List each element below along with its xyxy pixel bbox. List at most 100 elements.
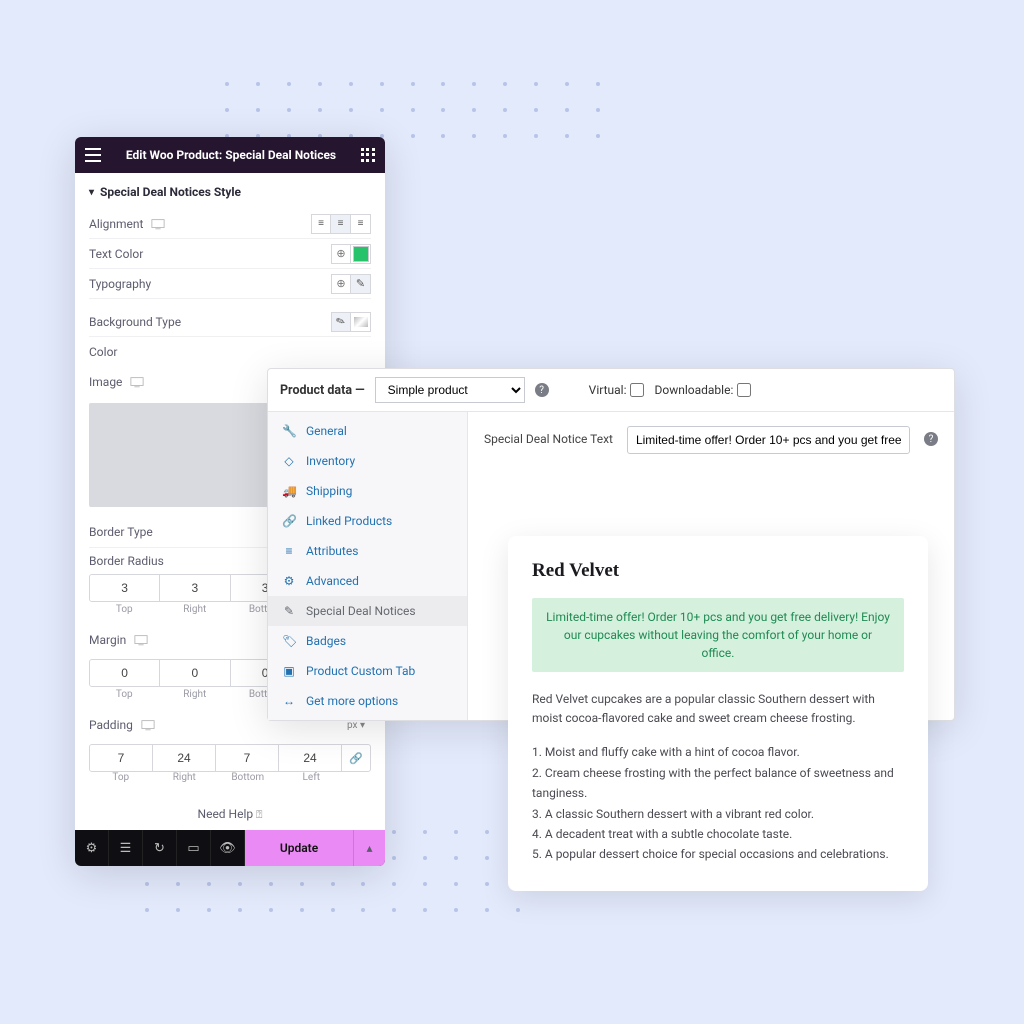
hamburger-icon[interactable] <box>85 148 101 162</box>
padding-left[interactable] <box>279 745 341 771</box>
row-text-color: Text Color ⊕ <box>89 239 371 269</box>
row-background-type: Background Type <box>89 307 371 337</box>
update-button[interactable]: Update <box>245 830 353 866</box>
sidebar-item-label: Product Custom Tab <box>306 664 415 678</box>
color-swatch-button[interactable] <box>351 244 371 264</box>
product-data-label: Product data — <box>280 383 365 398</box>
label-image: Image <box>89 375 122 389</box>
product-data-sidebar: 🔧 General ◇Inventory🚚Shipping 🔗 Linked Produ… <box>268 412 468 720</box>
virtual-checkbox[interactable] <box>630 383 644 397</box>
label-alignment: Alignment <box>89 217 143 231</box>
sidebar-item-label: Advanced <box>306 574 359 588</box>
label-background-type: Background Type <box>89 315 181 329</box>
responsive-icon[interactable] <box>151 218 165 230</box>
margin-right[interactable] <box>160 660 229 686</box>
padding-inputs: 🔗 <box>89 744 371 772</box>
virtual-checkbox-label[interactable]: Virtual: <box>589 383 645 397</box>
align-right-button[interactable]: ≡ <box>351 214 371 234</box>
sidebar-item-icon: ▣ <box>282 664 296 678</box>
responsive-icon[interactable] <box>141 719 155 731</box>
responsive-icon[interactable] <box>134 634 148 646</box>
special-deal-notice-input[interactable] <box>627 426 910 454</box>
padding-labels: TopRightBottomLeft <box>89 772 371 783</box>
panel-footer: ⚙ ☰ ↻ ▭ 👁 Update ▴ <box>75 830 385 866</box>
global-typography-button[interactable]: ⊕ <box>331 274 351 294</box>
sidebar-item-label: Shipping <box>306 484 352 498</box>
global-color-button[interactable]: ⊕ <box>331 244 351 264</box>
sidebar-item-icon: ⚙ <box>282 574 296 588</box>
border-radius-right[interactable] <box>160 575 229 601</box>
feature-item: Cream cheese frosting with the perfect b… <box>532 763 904 804</box>
padding-right[interactable] <box>153 745 215 771</box>
help-icon[interactable]: ? <box>535 383 549 397</box>
label-typography: Typography <box>89 277 151 291</box>
sidebar-item-label: Badges <box>306 634 346 648</box>
product-feature-list: Moist and fluffy cake with a hint of coc… <box>532 742 904 864</box>
link-values-icon[interactable]: 🔗 <box>342 745 370 771</box>
row-typography: Typography ⊕ <box>89 269 371 299</box>
sidebar-item-label: Attributes <box>306 544 358 558</box>
sidebar-item-general[interactable]: 🔧 General <box>268 416 467 446</box>
feature-item: A popular dessert choice for special occ… <box>532 844 904 864</box>
sidebar-item-attributes[interactable]: ≡ Attributes <box>268 536 467 566</box>
sidebar-item-linked-products[interactable]: 🔗 Linked Products <box>268 506 467 536</box>
sidebar-item-icon: ✎ <box>282 604 296 618</box>
alignment-buttons: ≡ ≡ ≡ <box>311 214 371 234</box>
sidebar-item-special-deal-notices[interactable]: ✎ Special Deal Notices <box>268 596 467 626</box>
downloadable-checkbox[interactable] <box>737 383 751 397</box>
label-color: Color <box>89 345 117 359</box>
product-type-select[interactable]: Simple product <box>375 377 525 403</box>
product-title: Red Velvet <box>532 560 904 582</box>
feature-item: A classic Southern dessert with a vibran… <box>532 804 904 824</box>
label-padding: Padding <box>89 718 133 732</box>
label-margin: Margin <box>89 633 126 647</box>
row-color: Color <box>89 337 371 367</box>
section-title[interactable]: Special Deal Notices Style <box>89 185 371 199</box>
field-label: Special Deal Notice Text <box>484 426 613 446</box>
sidebar-item-icon: ≡ <box>282 544 296 558</box>
sidebar-item-shipping[interactable]: 🚚Shipping <box>268 476 467 506</box>
label-text-color: Text Color <box>89 247 143 261</box>
sidebar-item-product-custom-tab[interactable]: ▣ Product Custom Tab <box>268 656 467 686</box>
settings-icon[interactable]: ⚙ <box>75 830 109 866</box>
panel-header-title: Edit Woo Product: Special Deal Notices <box>126 148 336 162</box>
sidebar-item-label: Linked Products <box>306 514 392 528</box>
label-border-type: Border Type <box>89 525 153 539</box>
bg-classic-button[interactable] <box>331 312 351 332</box>
product-preview-card: Red Velvet Limited-time offer! Order 10+… <box>508 536 928 891</box>
apps-grid-icon[interactable] <box>361 148 375 162</box>
gradient-icon <box>354 317 368 327</box>
padding-top[interactable] <box>90 745 152 771</box>
edit-typography-button[interactable] <box>351 274 371 294</box>
border-radius-top[interactable] <box>90 575 159 601</box>
margin-top[interactable] <box>90 660 159 686</box>
sidebar-item-icon: 🔗 <box>282 514 296 528</box>
sidebar-item-inventory[interactable]: ◇Inventory <box>268 446 467 476</box>
padding-bottom[interactable] <box>216 745 278 771</box>
responsive-icon[interactable] <box>130 376 144 388</box>
sidebar-item-label: Special Deal Notices <box>306 604 416 618</box>
need-help-link[interactable]: Need Help <box>89 793 371 824</box>
sidebar-item-badges[interactable]: 🏷 Badges <box>268 626 467 656</box>
sidebar-item-get-more-options[interactable]: ↔Get more options <box>268 686 467 716</box>
bg-gradient-button[interactable] <box>351 312 371 332</box>
feature-item: A decadent treat with a subtle chocolate… <box>532 824 904 844</box>
sidebar-item-icon: 🏷 <box>282 634 296 648</box>
feature-item: Moist and fluffy cake with a hint of coc… <box>532 742 904 762</box>
update-options-chevron[interactable]: ▴ <box>353 830 385 866</box>
align-center-button[interactable]: ≡ <box>331 214 351 234</box>
sidebar-item-icon: 🔧 <box>282 424 296 438</box>
sidebar-item-icon: ↔ <box>282 694 296 708</box>
section-title-text: Special Deal Notices Style <box>100 185 241 199</box>
downloadable-checkbox-label[interactable]: Downloadable: <box>654 383 751 397</box>
align-left-button[interactable]: ≡ <box>311 214 331 234</box>
history-icon[interactable]: ↻ <box>143 830 177 866</box>
sidebar-item-advanced[interactable]: ⚙ Advanced <box>268 566 467 596</box>
sidebar-item-label: General <box>306 424 347 438</box>
decorative-dots-top <box>225 82 605 138</box>
navigator-icon[interactable]: ☰ <box>109 830 143 866</box>
help-icon[interactable]: ? <box>924 432 938 446</box>
preview-icon[interactable]: 👁 <box>211 830 245 866</box>
responsive-mode-icon[interactable]: ▭ <box>177 830 211 866</box>
panel-header: Edit Woo Product: Special Deal Notices <box>75 137 385 173</box>
